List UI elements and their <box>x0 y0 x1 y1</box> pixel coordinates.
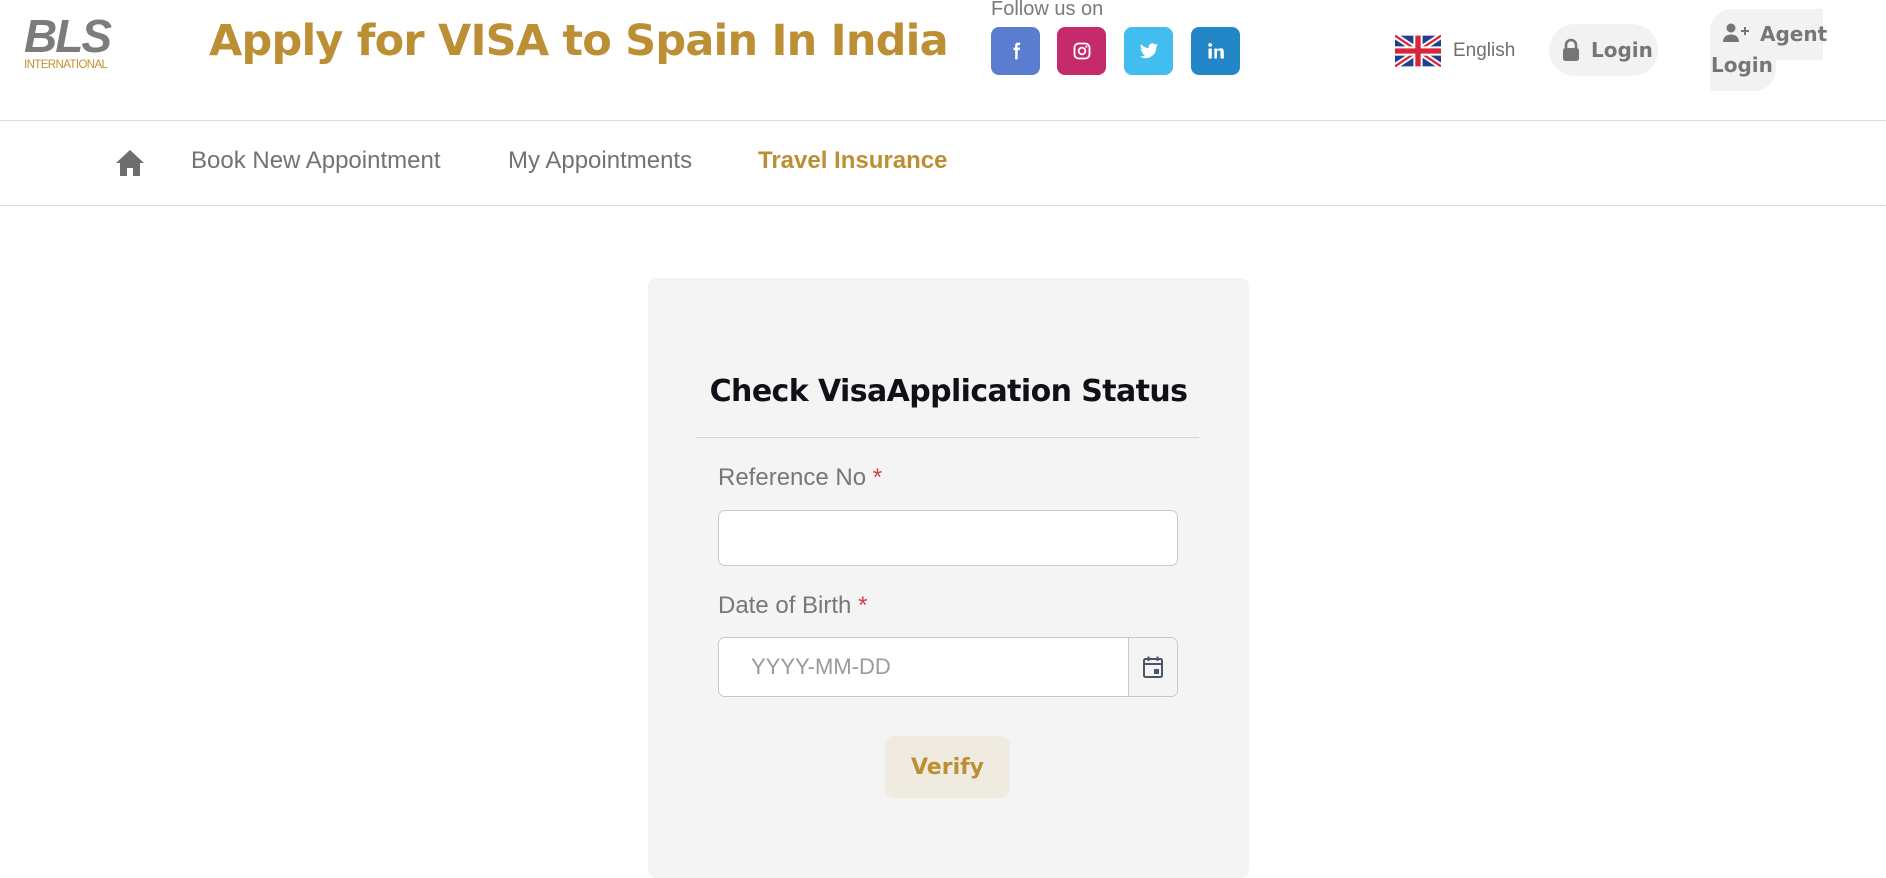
instagram-link[interactable] <box>1057 27 1106 75</box>
uk-flag-icon <box>1395 35 1441 67</box>
facebook-link[interactable] <box>991 27 1040 75</box>
linkedin-icon <box>1207 43 1224 59</box>
nav-travel-insurance[interactable]: Travel Insurance <box>758 147 947 175</box>
title-divider <box>696 437 1199 438</box>
required-mark: * <box>858 592 868 619</box>
login-button[interactable]: Login <box>1549 24 1658 76</box>
dob-input[interactable] <box>719 638 1129 696</box>
main-nav: Book New Appointment My Appointments Tra… <box>0 121 1886 206</box>
site-title: Apply for VISA to Spain In India <box>209 16 949 66</box>
twitter-link[interactable] <box>1124 27 1173 75</box>
nav-book-new-appointment[interactable]: Book New Appointment <box>191 147 440 175</box>
follow-us-label: Follow us on <box>991 0 1104 20</box>
nav-my-appointments[interactable]: My Appointments <box>508 147 692 175</box>
verify-button[interactable]: Verify <box>885 736 1010 798</box>
bls-logo[interactable]: BLS INTERNATIONAL <box>24 10 126 74</box>
form-title: Check VisaApplication Status <box>709 374 1188 409</box>
lock-icon <box>1563 38 1579 61</box>
dob-label: Date of Birth * <box>718 592 867 620</box>
language-label: English <box>1453 40 1516 61</box>
facebook-icon <box>1013 42 1020 60</box>
home-icon[interactable] <box>115 149 145 177</box>
dob-label-text: Date of Birth <box>718 592 852 619</box>
dob-field <box>718 637 1178 697</box>
login-label: Login <box>1591 38 1653 62</box>
reference-no-input[interactable] <box>718 510 1178 566</box>
linkedin-link[interactable] <box>1191 27 1240 75</box>
reference-no-label: Reference No * <box>718 464 882 492</box>
site-header: BLS INTERNATIONAL Apply for VISA to Spai… <box>0 0 1886 121</box>
calendar-icon <box>1143 656 1163 678</box>
instagram-icon <box>1073 42 1090 60</box>
twitter-icon <box>1139 43 1158 59</box>
agent-login-label-line2: Login <box>1711 53 1773 77</box>
reference-no-label-text: Reference No <box>718 464 867 491</box>
calendar-button[interactable] <box>1128 638 1177 696</box>
status-check-card: Check VisaApplication Status Reference N… <box>648 278 1249 878</box>
user-plus-icon <box>1723 23 1749 42</box>
language-selector[interactable]: English <box>1395 35 1515 67</box>
logo-subtext: INTERNATIONAL <box>24 59 108 71</box>
required-mark: * <box>872 464 883 491</box>
agent-login-label-line1: Agent <box>1760 22 1828 46</box>
logo-text: BLS <box>24 10 112 62</box>
